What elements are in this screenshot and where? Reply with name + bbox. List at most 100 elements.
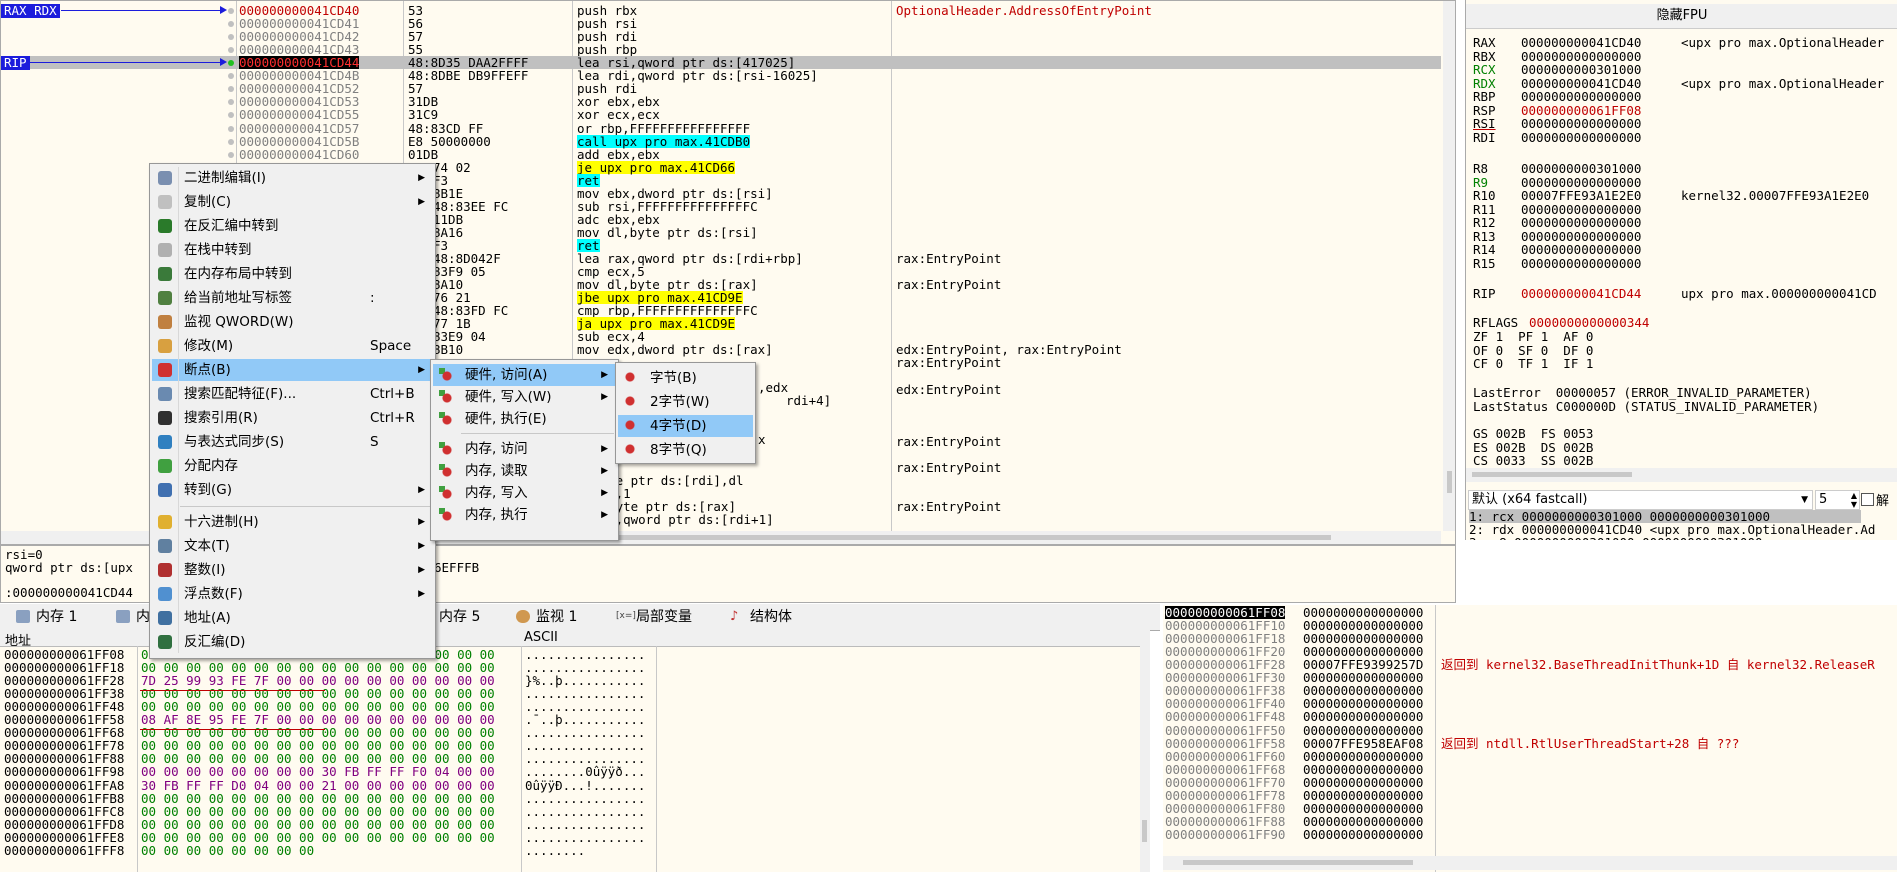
scrollbar-thumb[interactable] xyxy=(1183,860,1413,865)
breakpoint-dot-icon[interactable] xyxy=(228,151,234,158)
dump-ascii[interactable]: 0ûÿÿÐ...!....... xyxy=(525,779,645,792)
arg-count-spinner[interactable]: 5 ▲ ▼ xyxy=(1815,490,1860,510)
dump-ascii[interactable]: ................ xyxy=(525,726,645,739)
register-value[interactable]: 0000000000000000 xyxy=(1521,131,1641,144)
menu-item[interactable]: 在内存布局中转到 xyxy=(152,263,433,285)
register-value[interactable]: 000000000041CD44 xyxy=(1521,287,1641,300)
menu-item[interactable]: 二进制编辑(I) ▶ xyxy=(152,167,433,189)
dump-hex[interactable]: 00 00 00 00 00 00 00 00 30 FB FF FF F0 0… xyxy=(141,765,495,778)
ascii-column-header[interactable]: ASCII xyxy=(524,630,558,645)
flags-row[interactable]: CF 0 TF 1 IF 1 xyxy=(1473,357,1593,370)
menu-item[interactable]: 监视 QWORD(W) xyxy=(152,311,433,333)
dump-ascii[interactable]: ................ xyxy=(525,700,645,713)
segment-row[interactable]: GS 002B FS 0053 xyxy=(1473,427,1593,440)
dump-hex[interactable]: 00 00 00 00 00 00 00 00 00 00 00 00 00 0… xyxy=(141,792,495,805)
register-value[interactable]: 0000000000301000 xyxy=(1521,63,1641,76)
menu-item[interactable]: 转到(G) ▶ xyxy=(152,479,433,501)
menu-item[interactable]: 与表达式同步(S) S xyxy=(152,431,433,453)
menu-item[interactable]: 反汇编(D) xyxy=(152,631,433,653)
menu-item[interactable]: 分配内存 xyxy=(152,455,433,477)
register-value[interactable]: 0000000000000000 xyxy=(1521,243,1641,256)
segment-row[interactable]: ES 002B DS 002B xyxy=(1473,441,1593,454)
menu-item[interactable]: 硬件, 写入(W) ▶ xyxy=(433,386,616,408)
disasm-row[interactable]: 000000000041CD42 57 push rdi xyxy=(1,30,1441,43)
stack-value[interactable]: 0000000000000000 xyxy=(1303,606,1423,619)
breakpoint-dot-icon[interactable] xyxy=(228,8,234,14)
scrollbar-thumb[interactable] xyxy=(1142,820,1147,842)
register-value[interactable]: 0000000000000000 xyxy=(1521,230,1641,243)
disasm-row[interactable]: 000000000041CD4B 48:8DBE DB9FFEFF lea rdi,… xyxy=(1,69,1441,82)
menu-item[interactable]: 在反汇编中转到 xyxy=(152,215,433,237)
breakpoint-dot-icon[interactable] xyxy=(228,21,234,28)
register-value[interactable]: 000000000041CD40 xyxy=(1521,36,1641,49)
breakpoint-dot-icon[interactable] xyxy=(228,73,234,80)
stack-value[interactable]: 0000000000000000 xyxy=(1303,815,1423,828)
register-value[interactable]: 0000000000301000 xyxy=(1521,162,1641,175)
tab-watch-1[interactable]: 监视 1 xyxy=(512,607,577,627)
register-value[interactable]: 0000000000000000 xyxy=(1521,203,1641,216)
menu-item[interactable]: 字节(B) xyxy=(618,367,753,389)
menu-item[interactable]: 搜索匹配特征(F)... Ctrl+B xyxy=(152,383,433,405)
register-value[interactable]: 00007FFE93A1E2E0 xyxy=(1521,189,1641,202)
menu-item[interactable]: 浮点数(F) ▶ xyxy=(152,583,433,605)
stack-value[interactable]: 0000000000000000 xyxy=(1303,763,1423,776)
menu-item[interactable]: 内存, 读取 ▶ xyxy=(433,460,616,482)
breakpoint-dot-icon[interactable] xyxy=(228,112,234,119)
breakpoint-dot-icon[interactable] xyxy=(228,60,234,67)
flags-row[interactable]: ZF 1 PF 1 AF 0 xyxy=(1473,330,1593,343)
breakpoint-dot-icon[interactable] xyxy=(228,86,234,93)
tab-memory-1[interactable]: 内存 1 xyxy=(12,607,77,627)
breakpoint-dot-icon[interactable] xyxy=(228,138,234,145)
disasm-row[interactable]: 000000000041CD52 57 push rdi xyxy=(1,82,1441,95)
stack-value[interactable]: 0000000000000000 xyxy=(1303,776,1423,789)
stack-pane[interactable]: 000000000061FF08 0000000000000000 00000000… xyxy=(1163,605,1897,872)
dump-hex[interactable]: 30 FB FF FF D0 04 00 00 21 00 00 00 00 0… xyxy=(141,779,495,792)
dump-ascii[interactable]: ................ xyxy=(525,818,645,831)
arguments-list[interactable]: 1: rcx 0000000000301000 0000000000301000… xyxy=(1466,510,1897,540)
stack-value[interactable]: 0000000000000000 xyxy=(1303,632,1423,645)
menu-item[interactable]: 硬件, 访问(A) ▶ xyxy=(433,364,616,386)
menu-item[interactable]: 断点(B) ▶ xyxy=(152,359,433,381)
stack-value[interactable]: 0000000000000000 xyxy=(1303,710,1423,723)
breakpoint-dot-icon[interactable] xyxy=(228,47,234,54)
disasm-row[interactable]: 000000000041CD41 56 push rsi xyxy=(1,17,1441,30)
stack-value[interactable]: 0000000000000000 xyxy=(1303,789,1423,802)
menu-item[interactable]: 硬件, 执行(E) xyxy=(433,408,616,430)
dump-ascii[interactable]: ........0ûÿÿð... xyxy=(525,765,645,778)
menu-item[interactable]: 搜索引用(R) Ctrl+R xyxy=(152,407,433,429)
memory-dump-pane[interactable]: 地址 ASCII 000000000061FF0800 00 00 00 00 … xyxy=(0,630,1150,872)
tab-memory-2[interactable]: 内 xyxy=(112,607,150,627)
spinner-arrows-icon[interactable]: ▲ ▼ xyxy=(1851,491,1857,509)
scrollbar-thumb[interactable] xyxy=(1472,472,1632,477)
register-value[interactable]: 0000000000000344 xyxy=(1529,316,1649,329)
dump-ascii[interactable]: ................ xyxy=(525,792,645,805)
menu-item[interactable]: 4字节(D) xyxy=(618,415,753,437)
register-value[interactable]: 0000000000000000 xyxy=(1521,90,1641,103)
register-value[interactable]: 0000000000000000 xyxy=(1521,257,1641,270)
dump-ascii[interactable]: ................ xyxy=(525,805,645,818)
breakpoint-dot-icon[interactable] xyxy=(228,125,234,132)
register-value[interactable]: 0000000000000000 xyxy=(1521,176,1641,189)
calling-convention-select[interactable]: 默认 (x64 fastcall) ▼ xyxy=(1468,490,1813,510)
dump-hex[interactable]: 00 00 00 00 00 00 00 00 xyxy=(141,844,314,857)
segment-row[interactable]: CS 0033 SS 002B xyxy=(1473,454,1593,467)
register-value[interactable]: 0000000000000000 xyxy=(1521,117,1641,130)
register-value[interactable]: 000000000041CD40 xyxy=(1521,77,1641,90)
menu-item[interactable]: 整数(I) ▶ xyxy=(152,559,433,581)
stack-value[interactable]: 0000000000000000 xyxy=(1303,828,1423,841)
register-value[interactable]: 0000000000000000 xyxy=(1521,216,1641,229)
breakpoint-dot-icon[interactable] xyxy=(228,34,234,41)
disasm-row[interactable]: 000000000041CD53 31DB xor ebx,ebx xyxy=(1,95,1441,108)
disasm-row[interactable]: 000000000041CD5B E8 50000000 call upx pro … xyxy=(1,134,1441,148)
register-value[interactable]: 000000000061FF08 xyxy=(1521,104,1641,117)
register-pane[interactable]: 隐藏FPU RAX 000000000041CD40 <upx pro max.Op… xyxy=(1465,0,1897,540)
menu-item[interactable]: 在栈中转到 xyxy=(152,239,433,261)
dump-hex[interactable]: 7D 25 99 93 FE 7F 00 00 00 00 00 00 00 0… xyxy=(141,674,495,687)
dump-hex[interactable]: 00 00 00 00 00 00 00 00 00 00 00 00 00 0… xyxy=(141,818,495,831)
stack-value[interactable]: 00007FFE958EAF08 xyxy=(1303,737,1423,750)
tab-structs[interactable]: ♪ 结构体 xyxy=(726,607,792,627)
menu-item[interactable]: 复制(C) ▶ xyxy=(152,191,433,213)
tab-locals[interactable]: [x=] 局部变量 xyxy=(612,607,692,627)
menu-item[interactable]: 2字节(W) xyxy=(618,391,753,413)
menu-item[interactable]: 修改(M) Space xyxy=(152,335,433,357)
